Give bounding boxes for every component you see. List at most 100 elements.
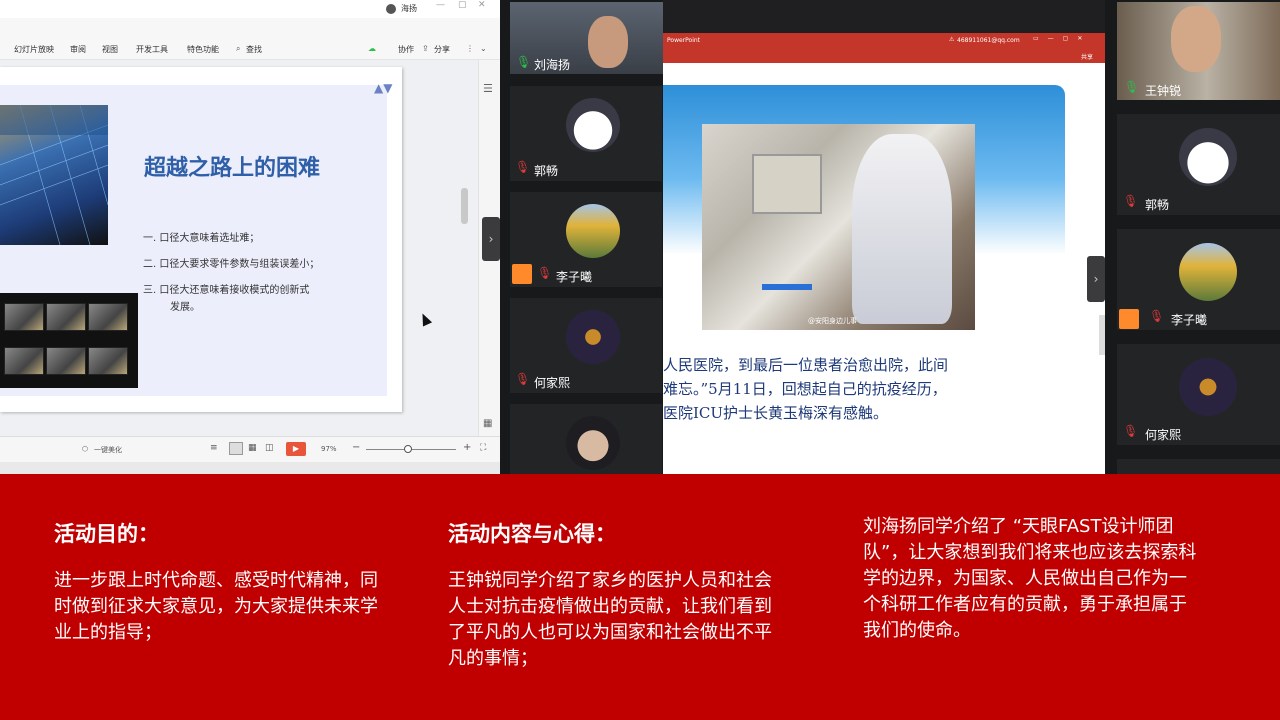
account-name: 468911061@qq.com [957, 37, 1020, 44]
chevron-down-icon[interactable]: ⌄ [480, 44, 487, 53]
mesh-lines [0, 105, 108, 245]
beautify-button[interactable]: 一键美化 [94, 445, 122, 455]
zoom-level[interactable]: 97% [321, 445, 337, 453]
close-icon[interactable]: ✕ [478, 0, 486, 10]
participant-tile[interactable]: 🎙 何家熙 [1117, 344, 1280, 445]
slide-text-line-2: 难忘。”5月11日，回想起自己的抗疫经历， [663, 380, 947, 398]
current-slide: ▲▼ 模型 超越之路上的困难 一. 口径大意味着选址难； 二. 口径大要求零件参… [0, 67, 402, 412]
slide-point-3: 三. 口径大还意味着接收模式的创新式 [143, 285, 310, 296]
purpose-body: 进一步跟上时代命题、感受时代精神，同时做到征求大家意见，为大家提供未来学业上的指… [54, 570, 378, 643]
grid-icon[interactable]: ▦ [483, 418, 492, 429]
participant-tile[interactable]: 🎙 王钟锐 [1117, 2, 1280, 100]
expand-panel-button[interactable]: › [1087, 256, 1105, 302]
zoom-in-icon[interactable]: + [463, 442, 471, 453]
mic-muted-icon: 🎙 [515, 160, 531, 174]
participant-tile[interactable] [510, 404, 662, 474]
collab-button[interactable]: 协作 [398, 44, 414, 55]
zoom-out-icon[interactable]: − [352, 442, 360, 453]
warning-icon: ⚠ [949, 36, 955, 43]
menu-view[interactable]: 视图 [102, 44, 118, 55]
mic-muted-icon: 🎙 [1123, 194, 1139, 208]
mic-muted-icon: 🎙 [537, 266, 553, 280]
settings-icon[interactable]: ☰ [483, 82, 493, 95]
participant-name: 何家熙 [1145, 428, 1182, 442]
participant-name: 何家熙 [534, 376, 571, 390]
reading-view-icon[interactable]: ◫ [265, 443, 274, 453]
ppt-ribbon-gap [663, 63, 1105, 85]
sorter-view-icon[interactable]: ▦ [248, 443, 257, 453]
part-photo [88, 303, 128, 331]
part-photo [46, 303, 86, 331]
participant-tile[interactable]: 🎙 何家熙 [510, 298, 662, 393]
wps-ribbon: 幻灯片放映 审阅 视图 开发工具 特色功能 ⌕ 查找 ☁ 协作 ⇪ 分享 ⋮ ⌄ [0, 18, 500, 60]
part-photo [46, 347, 86, 375]
participant-name: 李子曦 [556, 270, 593, 284]
play-button[interactable]: ▶ [286, 442, 306, 456]
search-icon[interactable]: ⌕ [236, 44, 240, 54]
user-name: 海扬 [401, 4, 417, 13]
participant-tile[interactable]: 🎙 李子曦 [1117, 229, 1280, 330]
share-icon[interactable]: ⇪ [422, 44, 429, 53]
slide-heading: 超越之路上的困难 [144, 156, 321, 181]
cloud-icon[interactable]: ☁ [368, 44, 376, 53]
ppt-ribbon: 共享 [663, 49, 1105, 63]
share-button[interactable]: 共享 [1081, 52, 1093, 61]
video-feed [510, 2, 663, 74]
more-icon[interactable]: ⋮ [466, 44, 474, 53]
slide-point-2: 二. 口径大要求零件参数与组装误差小； [143, 259, 320, 270]
vertical-scrollbar[interactable] [461, 188, 468, 224]
mic-on-icon: 🎙 [516, 55, 532, 69]
participant-name: 郭畅 [534, 164, 559, 178]
maximize-icon[interactable]: ▢ [458, 0, 467, 10]
taskbar-strip [0, 462, 500, 474]
zoom-slider-thumb[interactable] [404, 445, 412, 453]
fast-team-body: 刘海扬同学介绍了 “天眼FAST设计师团队”，让大家想到我们将来也应该去探索科学… [863, 516, 1197, 641]
ppt-slide: @安阳身边儿事 人民医院，到最后一位患者治愈出院，此间 难忘。”5月11日，回想… [663, 85, 1065, 473]
share-button[interactable]: 分享 [434, 44, 450, 55]
menu-review[interactable]: 审阅 [70, 44, 86, 55]
protective-suit [852, 134, 952, 324]
fit-icon[interactable]: ⛶ [480, 443, 486, 453]
menu-developer[interactable]: 开发工具 [136, 44, 168, 55]
wps-window: 海扬 — ▢ ✕ 幻灯片放映 审阅 视图 开发工具 特色功能 ⌕ 查找 ☁ 协作… [0, 0, 500, 474]
screen: 海扬 — ▢ ✕ 幻灯片放映 审阅 视图 开发工具 特色功能 ⌕ 查找 ☁ 协作… [0, 0, 1280, 720]
participant-tile[interactable]: 🎙 刘海扬 [510, 2, 663, 74]
participant-tile[interactable] [1117, 459, 1280, 474]
participant-name: 李子曦 [1171, 313, 1208, 327]
photo-caption: @安阳身边儿事 [808, 317, 857, 325]
blue-tourniquet [762, 284, 812, 290]
avatar [566, 204, 620, 258]
collapse-panel-button[interactable]: › [482, 217, 500, 261]
beautify-icon[interactable]: ⬡ [82, 445, 88, 453]
wps-titlebar: 海扬 — ▢ ✕ [0, 0, 500, 18]
avatar [1179, 128, 1237, 186]
avatar [1179, 358, 1237, 416]
window-controls[interactable]: ▭—▢✕ [1033, 35, 1091, 42]
avatar [566, 310, 620, 364]
person-icon [1119, 309, 1139, 329]
normal-view-icon[interactable] [229, 442, 243, 455]
slide-point-1: 一. 口径大意味着选址难； [143, 233, 260, 244]
participant-name: 刘海扬 [534, 58, 571, 72]
menu-special[interactable]: 特色功能 [187, 44, 219, 55]
participant-name: 郭畅 [1145, 198, 1170, 212]
participant-tile[interactable]: 🎙 李子曦 [510, 192, 662, 287]
avatar [566, 416, 620, 470]
menu-slideshow[interactable]: 幻灯片放映 [14, 44, 54, 55]
user-avatar[interactable] [386, 4, 396, 14]
notes-icon[interactable]: ≡ [210, 443, 218, 453]
summary-banner: 活动目的： 进一步跟上时代命题、感受时代精神，同时做到征求大家意见，为大家提供未… [0, 474, 1280, 720]
purpose-title: 活动目的： [54, 522, 159, 546]
app-name: PowerPoint [667, 37, 701, 44]
mic-on-icon: 🎙 [1124, 80, 1140, 94]
participant-tile[interactable]: 🎙 郭畅 [510, 86, 662, 181]
slide-text-line-1: 人民医院，到最后一位患者治愈出院，此间 [663, 356, 949, 374]
avatar [1179, 243, 1237, 301]
hospital-photo: @安阳身边儿事 [702, 124, 975, 330]
part-photo [4, 303, 44, 331]
mic-muted-icon: 🎙 [1149, 309, 1165, 323]
minimize-icon[interactable]: — [436, 0, 445, 10]
part-photo [4, 347, 44, 375]
search-label[interactable]: 查找 [246, 44, 262, 55]
participant-tile[interactable]: 🎙 郭畅 [1117, 114, 1280, 215]
